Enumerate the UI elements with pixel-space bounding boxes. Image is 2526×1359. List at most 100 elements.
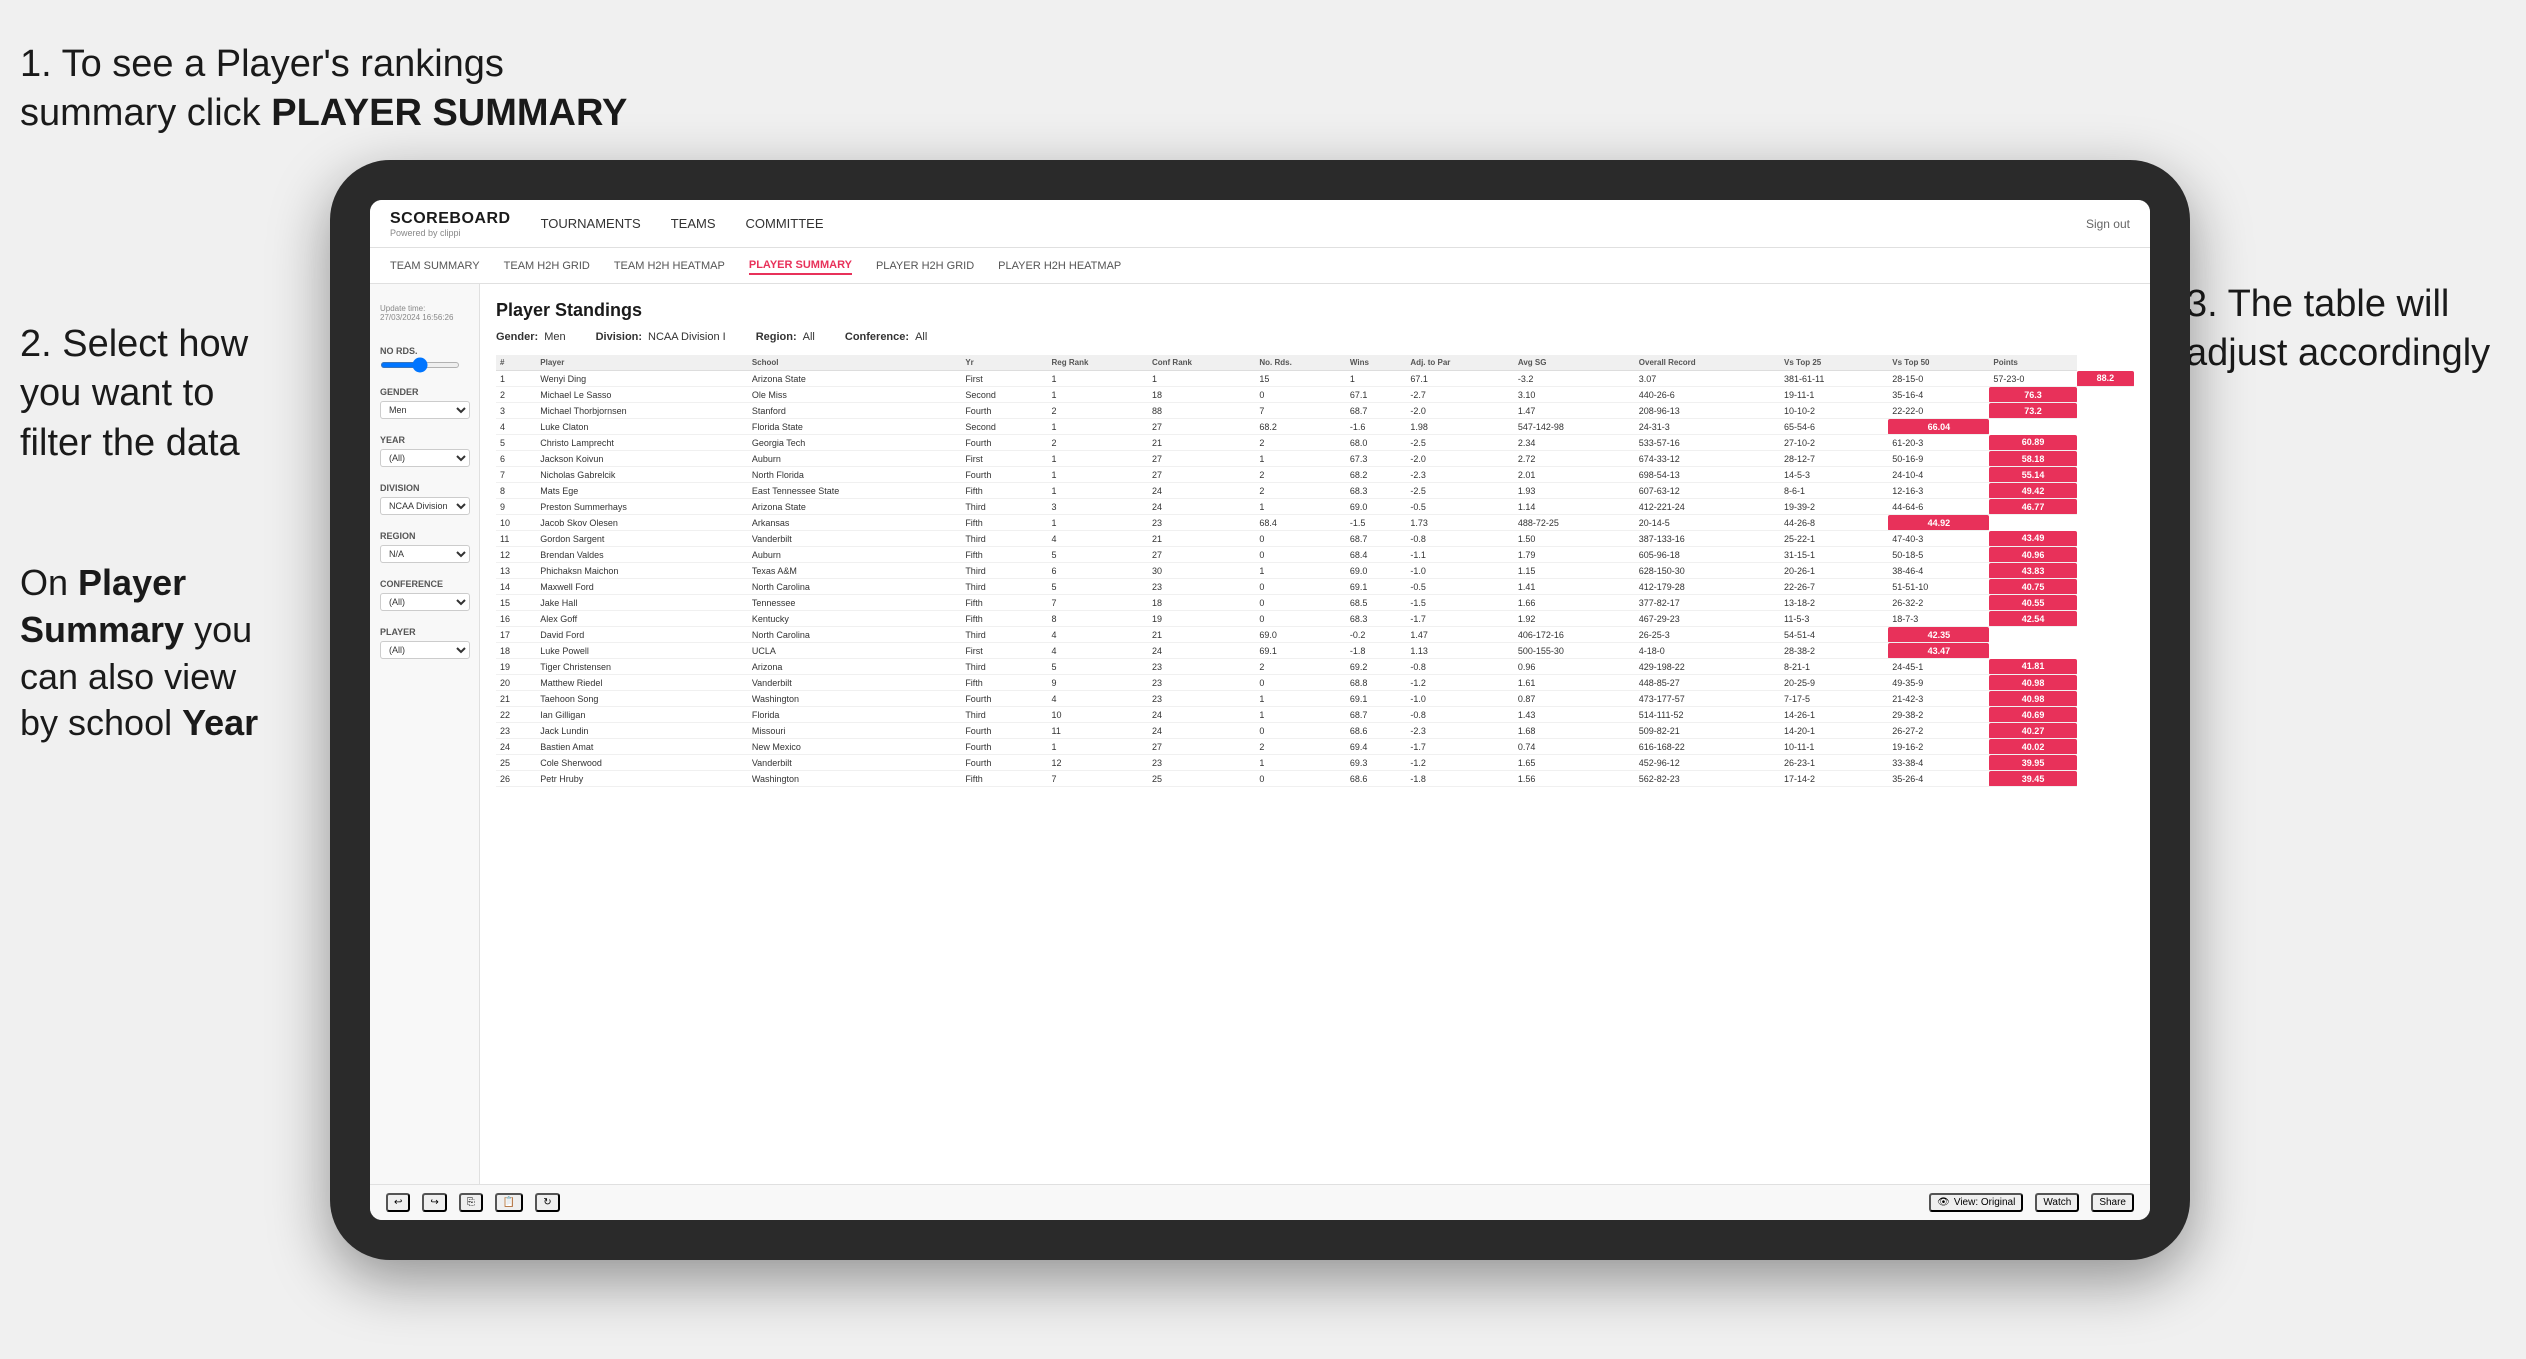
cell-6-11: 14-5-3 <box>1780 467 1888 483</box>
cell-1-9: 3.10 <box>1514 387 1635 403</box>
cell-11-11: 31-15-1 <box>1780 547 1888 563</box>
cell-25-9: 1.56 <box>1514 771 1635 787</box>
cell-8-11: 19-39-2 <box>1780 499 1888 515</box>
table-row[interactable]: 20Matthew RiedelVanderbiltFifth923068.8-… <box>496 675 2134 691</box>
cell-4-4: 2 <box>1048 435 1148 451</box>
conference-select[interactable]: (All) <box>380 593 470 611</box>
cell-25-7: 68.6 <box>1346 771 1407 787</box>
cell-6-5: 27 <box>1148 467 1255 483</box>
table-row[interactable]: 10Jacob Skov OlesenArkansasFifth12368.4-… <box>496 515 2134 531</box>
cell-20-13: 40.98 <box>1989 691 2076 707</box>
no-rds-slider[interactable] <box>380 362 460 368</box>
table-row[interactable]: 12Brendan ValdesAuburnFifth527068.4-1.11… <box>496 547 2134 563</box>
cell-9-6: 68.4 <box>1255 515 1346 531</box>
cell-5-9: 2.72 <box>1514 451 1635 467</box>
cell-11-8: -1.1 <box>1406 547 1513 563</box>
cell-13-6: 0 <box>1255 579 1346 595</box>
subnav-team-h2h-heatmap[interactable]: TEAM H2H HEATMAP <box>614 258 725 274</box>
cell-17-5: 24 <box>1148 643 1255 659</box>
table-row[interactable]: 15Jake HallTennesseeFifth718068.5-1.51.6… <box>496 595 2134 611</box>
filter-division: Division: NCAA Division I <box>596 331 726 343</box>
cell-11-3: Fifth <box>961 547 1047 563</box>
paste-btn[interactable]: 📋 <box>495 1193 523 1212</box>
cell-12-1: Phichaksn Maichon <box>536 563 748 579</box>
refresh-btn[interactable]: ↻ <box>535 1193 559 1212</box>
cell-13-2: North Carolina <box>748 579 961 595</box>
table-row[interactable]: 18Luke PowellUCLAFirst42469.1-1.81.13500… <box>496 643 2134 659</box>
cell-20-8: -1.0 <box>1406 691 1513 707</box>
col-vs-top-50: Vs Top 50 <box>1888 355 1989 371</box>
undo-btn[interactable]: ↩ <box>386 1193 410 1212</box>
cell-1-4: 1 <box>1048 387 1148 403</box>
table-row[interactable]: 23Jack LundinMissouriFourth1124068.6-2.3… <box>496 723 2134 739</box>
cell-2-0: 3 <box>496 403 536 419</box>
cell-7-10: 607-63-12 <box>1635 483 1780 499</box>
copy-btn[interactable]: ⎘ <box>459 1193 483 1212</box>
table-row[interactable]: 1Wenyi DingArizona StateFirst1115167.1-3… <box>496 371 2134 387</box>
gender-select[interactable]: Men <box>380 401 470 419</box>
table-row[interactable]: 9Preston SummerhaysArizona StateThird324… <box>496 499 2134 515</box>
subnav-team-summary[interactable]: TEAM SUMMARY <box>390 258 480 274</box>
subnav-player-summary[interactable]: PLAYER SUMMARY <box>749 257 852 275</box>
nav-committee[interactable]: COMMITTEE <box>746 212 824 235</box>
division-select[interactable]: NCAA Division I <box>380 497 470 515</box>
table-row[interactable]: 22Ian GilliganFloridaThird1024168.7-0.81… <box>496 707 2134 723</box>
subnav-player-h2h-heatmap[interactable]: PLAYER H2H HEATMAP <box>998 258 1121 274</box>
cell-18-4: 5 <box>1048 659 1148 675</box>
table-row[interactable]: 7Nicholas GabrelcikNorth FloridaFourth12… <box>496 467 2134 483</box>
player-select[interactable]: (All) <box>380 641 470 659</box>
table-row[interactable]: 16Alex GoffKentuckyFifth819068.3-1.71.92… <box>496 611 2134 627</box>
cell-4-13: 60.89 <box>1989 435 2076 451</box>
cell-4-10: 533-57-16 <box>1635 435 1780 451</box>
annotation-1: 1. To see a Player's rankings summary cl… <box>20 40 800 139</box>
cell-14-13: 40.55 <box>1989 595 2076 611</box>
sign-out-link[interactable]: Sign out <box>2086 217 2130 231</box>
table-row[interactable]: 6Jackson KoivunAuburnFirst127167.3-2.02.… <box>496 451 2134 467</box>
table-row[interactable]: 19Tiger ChristensenArizonaThird523269.2-… <box>496 659 2134 675</box>
cell-14-9: 1.66 <box>1514 595 1635 611</box>
cell-22-3: Fourth <box>961 723 1047 739</box>
cell-5-5: 27 <box>1148 451 1255 467</box>
table-row[interactable]: 21Taehoon SongWashingtonFourth423169.1-1… <box>496 691 2134 707</box>
table-row[interactable]: 17David FordNorth CarolinaThird42169.0-0… <box>496 627 2134 643</box>
table-row[interactable]: 24Bastien AmatNew MexicoFourth127269.4-1… <box>496 739 2134 755</box>
table-row[interactable]: 5Christo LamprechtGeorgia TechFourth2212… <box>496 435 2134 451</box>
watch-btn[interactable]: Watch <box>2035 1193 2079 1212</box>
region-select[interactable]: N/A <box>380 545 470 563</box>
nav-teams[interactable]: TEAMS <box>671 212 716 235</box>
table-row[interactable]: 3Michael ThorbjornsenStanfordFourth28876… <box>496 403 2134 419</box>
table-row[interactable]: 13Phichaksn MaichonTexas A&MThird630169.… <box>496 563 2134 579</box>
subnav-team-h2h-grid[interactable]: TEAM H2H GRID <box>504 258 590 274</box>
cell-23-6: 2 <box>1255 739 1346 755</box>
table-row[interactable]: 26Petr HrubyWashingtonFifth725068.6-1.81… <box>496 771 2134 787</box>
table-row[interactable]: 25Cole SherwoodVanderbiltFourth1223169.3… <box>496 755 2134 771</box>
table-row[interactable]: 11Gordon SargentVanderbiltThird421068.7-… <box>496 531 2134 547</box>
cell-24-8: -1.2 <box>1406 755 1513 771</box>
cell-10-2: Vanderbilt <box>748 531 961 547</box>
nav-tournaments[interactable]: TOURNAMENTS <box>541 212 641 235</box>
cell-21-3: Third <box>961 707 1047 723</box>
cell-7-13: 49.42 <box>1989 483 2076 499</box>
cell-13-11: 22-26-7 <box>1780 579 1888 595</box>
cell-10-1: Gordon Sargent <box>536 531 748 547</box>
cell-5-1: Jackson Koivun <box>536 451 748 467</box>
cell-19-0: 20 <box>496 675 536 691</box>
share-btn[interactable]: Share <box>2091 1193 2134 1212</box>
sidebar-year: Year (All) <box>380 435 469 467</box>
view-original-btn[interactable]: 👁 View: Original <box>1929 1193 2023 1212</box>
cell-10-6: 0 <box>1255 531 1346 547</box>
cell-12-2: Texas A&M <box>748 563 961 579</box>
redo-btn[interactable]: ↪ <box>422 1193 446 1212</box>
cell-9-4: 1 <box>1048 515 1148 531</box>
cell-8-4: 3 <box>1048 499 1148 515</box>
cell-21-2: Florida <box>748 707 961 723</box>
table-row[interactable]: 8Mats EgeEast Tennessee StateFifth124268… <box>496 483 2134 499</box>
cell-6-6: 2 <box>1255 467 1346 483</box>
table-row[interactable]: 4Luke ClatonFlorida StateSecond12768.2-1… <box>496 419 2134 435</box>
year-select[interactable]: (All) <box>380 449 470 467</box>
table-row[interactable]: 14Maxwell FordNorth CarolinaThird523069.… <box>496 579 2134 595</box>
col-player: Player <box>536 355 748 371</box>
subnav-player-h2h-grid[interactable]: PLAYER H2H GRID <box>876 258 974 274</box>
cell-4-6: 2 <box>1255 435 1346 451</box>
table-row[interactable]: 2Michael Le SassoOle MissSecond118067.1-… <box>496 387 2134 403</box>
